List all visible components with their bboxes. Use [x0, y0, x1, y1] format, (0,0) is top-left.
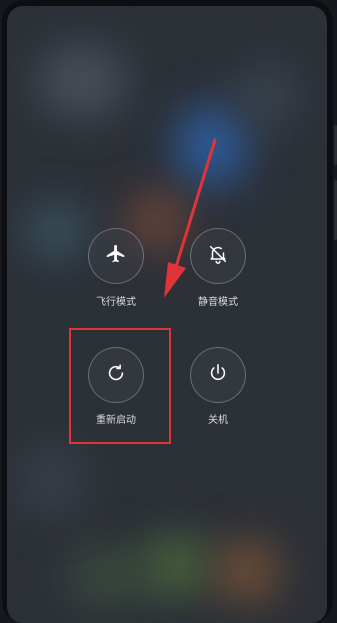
airplane-mode-button[interactable]	[88, 228, 144, 284]
blur-blob	[17, 446, 87, 516]
power-icon	[207, 362, 229, 388]
airplane-mode-label: 飞行模式	[96, 297, 136, 308]
power-off-button[interactable]	[190, 347, 246, 403]
blurred-screen-background	[7, 6, 327, 623]
phone-frame: 飞行模式 静音模式 重新启动 关机	[0, 0, 337, 623]
bell-off-icon	[207, 243, 229, 269]
blur-blob	[177, 106, 247, 186]
airplane-icon	[105, 243, 127, 269]
blur-blob	[237, 66, 297, 126]
blur-blob	[67, 546, 147, 606]
silent-mode-label: 静音模式	[198, 297, 238, 308]
restart-highlight-box	[69, 328, 171, 444]
blur-blob	[27, 206, 87, 256]
blur-blob	[217, 541, 277, 601]
blur-blob	[147, 536, 207, 596]
silent-mode-button[interactable]	[190, 228, 246, 284]
power-off-label: 关机	[208, 415, 228, 426]
blur-blob	[37, 46, 127, 116]
